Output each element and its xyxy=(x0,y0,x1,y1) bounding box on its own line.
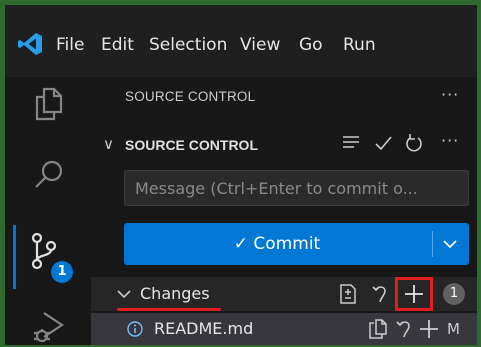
info-icon xyxy=(127,321,143,337)
file-stage-icon[interactable] xyxy=(419,319,439,339)
menu-file[interactable]: File xyxy=(56,35,84,55)
section-more-icon[interactable]: ··· xyxy=(441,131,459,150)
activity-explorer[interactable] xyxy=(5,85,91,129)
refresh-icon[interactable] xyxy=(405,133,423,153)
discard-icon[interactable] xyxy=(372,284,388,304)
commit-label: ✓ Commit xyxy=(233,234,321,254)
vscode-window: File Edit Selection View Go Run 1 SOURCE… xyxy=(5,5,477,345)
commit-button[interactable]: ✓ Commit xyxy=(124,223,469,265)
menu-view[interactable]: View xyxy=(240,35,280,55)
file-list-item[interactable]: README.md M xyxy=(91,313,477,345)
more-icon[interactable]: ··· xyxy=(441,85,459,104)
source-control-sidebar: SOURCE CONTROL ··· ∨ SOURCE CONTROL ··· … xyxy=(91,77,477,345)
menu-edit[interactable]: Edit xyxy=(101,35,134,55)
chevron-down-icon: ∨ xyxy=(103,135,114,153)
list-icon[interactable] xyxy=(342,135,360,151)
check-icon[interactable] xyxy=(374,135,392,151)
commit-divider xyxy=(432,231,433,257)
file-status: M xyxy=(447,320,460,338)
section-header[interactable]: ∨ SOURCE CONTROL ··· xyxy=(91,127,477,157)
vscode-logo xyxy=(18,33,42,55)
changes-count-badge: 1 xyxy=(443,283,465,305)
menu-go[interactable]: Go xyxy=(299,35,323,55)
changes-label: Changes xyxy=(140,284,210,303)
explorer-icon xyxy=(35,87,63,121)
search-icon xyxy=(35,160,63,188)
activity-source-control[interactable] xyxy=(5,227,91,277)
source-control-badge: 1 xyxy=(51,261,73,283)
stage-icon[interactable] xyxy=(404,284,424,304)
changes-chevron-icon xyxy=(117,290,131,299)
title-bar: File Edit Selection View Go Run xyxy=(5,5,477,77)
file-discard-icon[interactable] xyxy=(396,319,412,339)
menu-selection[interactable]: Selection xyxy=(149,35,227,55)
commit-dropdown-chevron-icon[interactable] xyxy=(442,237,458,251)
activity-search[interactable] xyxy=(5,155,91,199)
open-changes-icon[interactable] xyxy=(339,284,357,304)
menu-run[interactable]: Run xyxy=(343,35,376,55)
commit-message-input[interactable] xyxy=(124,170,469,206)
section-title: SOURCE CONTROL xyxy=(125,137,258,153)
run-debug-icon xyxy=(34,312,64,343)
view-title: SOURCE CONTROL xyxy=(125,89,256,104)
activity-bar: 1 xyxy=(5,77,91,345)
changes-group[interactable]: Changes 1 xyxy=(91,277,477,311)
open-file-icon[interactable] xyxy=(368,319,388,339)
highlight-underline xyxy=(117,308,221,311)
activity-run-debug[interactable] xyxy=(5,303,91,345)
file-name: README.md xyxy=(154,319,254,338)
